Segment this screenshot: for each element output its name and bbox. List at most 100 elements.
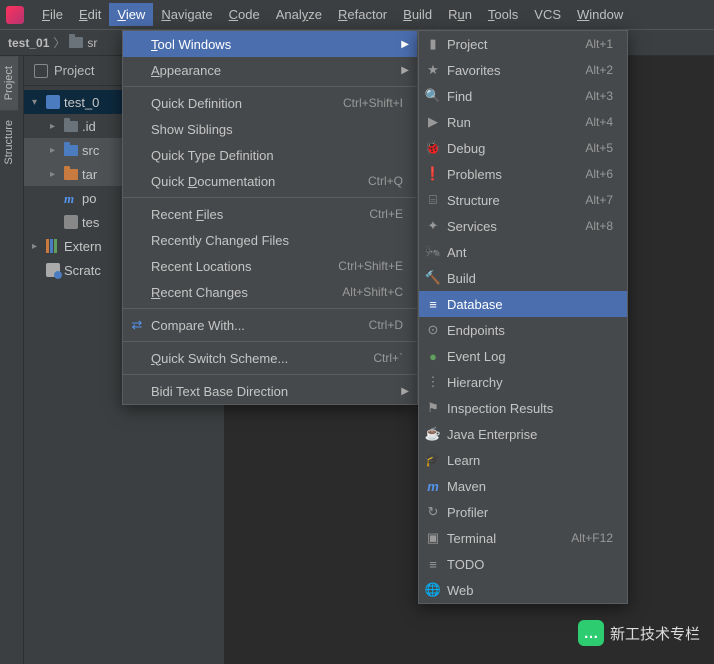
menu-label: Favorites (447, 63, 500, 78)
shortcut: Alt+5 (585, 141, 613, 155)
tool-window-structure[interactable]: ⌸StructureAlt+7 (419, 187, 627, 213)
menu-run[interactable]: Run (440, 3, 480, 26)
tool-window-maven[interactable]: mMaven (419, 473, 627, 499)
prof-icon: ↻ (425, 504, 441, 520)
menubar-items: FileEditViewNavigateCodeAnalyzeRefactorB… (34, 3, 631, 26)
project-view-icon (34, 64, 48, 78)
shortcut: Alt+7 (585, 193, 613, 207)
breadcrumb-project[interactable]: test_01 (8, 36, 49, 50)
tool-window-learn[interactable]: 🎓 Learn (419, 447, 627, 473)
menu-label: Quick Switch Scheme... (151, 351, 288, 366)
db-icon: ≡ (425, 297, 441, 312)
menu-file[interactable]: File (34, 3, 71, 26)
menu-item-tool-windows[interactable]: Tool Windows▶ (123, 31, 417, 57)
menu-label: Recent Locations (151, 259, 251, 274)
web-icon: 🌐 (425, 582, 441, 598)
tool-window-problems[interactable]: ❗ProblemsAlt+6 (419, 161, 627, 187)
menu-label: Recent Files (151, 207, 223, 222)
tool-window-debug[interactable]: 🐞DebugAlt+5 (419, 135, 627, 161)
expand-icon[interactable]: ▸ (50, 145, 60, 156)
side-tab-project[interactable]: Project (0, 56, 18, 110)
menu-item-recent-changes[interactable]: Recent ChangesAlt+Shift+C (123, 279, 417, 305)
tool-window-event-log[interactable]: ●Event Log (419, 343, 627, 369)
menu-label: Recent Changes (151, 285, 248, 300)
menu-code[interactable]: Code (221, 3, 268, 26)
menu-item-recent-locations[interactable]: Recent LocationsCtrl+Shift+E (123, 253, 417, 279)
tool-window-ant[interactable]: 🐜Ant (419, 239, 627, 265)
menu-label: Inspection Results (447, 401, 553, 416)
menu-item-show-siblings[interactable]: Show Siblings (123, 116, 417, 142)
tool-window-run[interactable]: ▶RunAlt+4 (419, 109, 627, 135)
menu-view[interactable]: View (109, 3, 153, 26)
menu-label: Show Siblings (151, 122, 233, 137)
side-tab-structure[interactable]: Structure (0, 110, 18, 175)
tool-window-favorites[interactable]: ★FavoritesAlt+2 (419, 57, 627, 83)
shortcut: Ctrl+Q (368, 174, 403, 188)
tool-window-web[interactable]: 🌐 Web (419, 577, 627, 603)
menu-analyze[interactable]: Analyze (268, 3, 330, 26)
shortcut: Alt+6 (585, 167, 613, 181)
chevron-right-icon: 〉 (53, 34, 65, 51)
menu-refactor[interactable]: Refactor (330, 3, 395, 26)
folder-icon: ▮ (425, 36, 441, 52)
tool-window-inspection-results[interactable]: ⚑Inspection Results (419, 395, 627, 421)
menu-separator (123, 308, 417, 309)
tool-window-java-enterprise[interactable]: ☕Java Enterprise (419, 421, 627, 447)
menu-navigate[interactable]: Navigate (153, 3, 220, 26)
menu-label: Terminal (447, 531, 496, 546)
tool-window-endpoints[interactable]: ⊙Endpoints (419, 317, 627, 343)
menu-item-quick-switch-scheme-[interactable]: Quick Switch Scheme...Ctrl+` (123, 345, 417, 371)
menu-item-compare-with-[interactable]: ⇄Compare With...Ctrl+D (123, 312, 417, 338)
menu-item-recent-files[interactable]: Recent FilesCtrl+E (123, 201, 417, 227)
library-icon (46, 239, 60, 253)
menu-edit[interactable]: Edit (71, 3, 109, 26)
menu-label: Compare With... (151, 318, 245, 333)
hier-icon: ⋮ (425, 374, 441, 390)
menu-item-recently-changed-files[interactable]: Recently Changed Files (123, 227, 417, 253)
watermark-text: 新工技术专栏 (610, 623, 700, 644)
tool-window-profiler[interactable]: ↻ Profiler (419, 499, 627, 525)
tool-window-project[interactable]: ▮ProjectAlt+1 (419, 31, 627, 57)
learn-icon: 🎓 (425, 452, 441, 468)
menu-item-quick-definition[interactable]: Quick DefinitionCtrl+Shift+I (123, 90, 417, 116)
run-icon: ▶ (425, 114, 441, 130)
tool-window-todo[interactable]: ≡TODO (419, 551, 627, 577)
submenu-arrow-icon: ▶ (401, 65, 409, 76)
expand-icon[interactable]: ▾ (32, 97, 42, 108)
tree-label: .id (82, 119, 96, 134)
module-icon (46, 95, 60, 109)
menu-item-bidi-text-base-direction[interactable]: Bidi Text Base Direction▶ (123, 378, 417, 404)
tool-window-database[interactable]: ≡Database (419, 291, 627, 317)
expand-icon[interactable]: ▸ (50, 121, 60, 132)
menu-item-quick-documentation[interactable]: Quick DocumentationCtrl+Q (123, 168, 417, 194)
scratch-icon (46, 263, 60, 277)
menu-item-quick-type-definition[interactable]: Quick Type Definition (123, 142, 417, 168)
tool-window-find[interactable]: 🔍FindAlt+3 (419, 83, 627, 109)
menu-label: Hierarchy (447, 375, 503, 390)
tool-window-terminal[interactable]: ▣TerminalAlt+F12 (419, 525, 627, 551)
menu-label: Profiler (447, 505, 488, 520)
watermark-icon: … (578, 620, 604, 646)
side-tool-tabs: ProjectStructure (0, 56, 24, 664)
app-icon (6, 6, 24, 24)
expand-icon[interactable]: ▸ (32, 241, 42, 252)
menu-vcs[interactable]: VCS (526, 3, 569, 26)
menu-label: Quick Definition (151, 96, 242, 111)
tool-window-hierarchy[interactable]: ⋮ Hierarchy (419, 369, 627, 395)
breadcrumb-folder[interactable]: sr (87, 36, 97, 50)
tool-window-services[interactable]: ✦ServicesAlt+8 (419, 213, 627, 239)
menu-label: Web (447, 583, 474, 598)
tool-window-build[interactable]: 🔨Build (419, 265, 627, 291)
menu-separator (123, 341, 417, 342)
menu-item-appearance[interactable]: Appearance▶ (123, 57, 417, 83)
menu-label: Learn (447, 453, 480, 468)
shortcut: Ctrl+D (369, 318, 403, 332)
menu-window[interactable]: Window (569, 3, 631, 26)
menu-tools[interactable]: Tools (480, 3, 526, 26)
expand-icon[interactable]: ▸ (50, 169, 60, 180)
panel-title: Project (54, 63, 94, 78)
submenu-arrow-icon: ▶ (401, 386, 409, 397)
menu-build[interactable]: Build (395, 3, 440, 26)
mvn-icon: m (425, 479, 441, 494)
shortcut: Alt+1 (585, 37, 613, 51)
